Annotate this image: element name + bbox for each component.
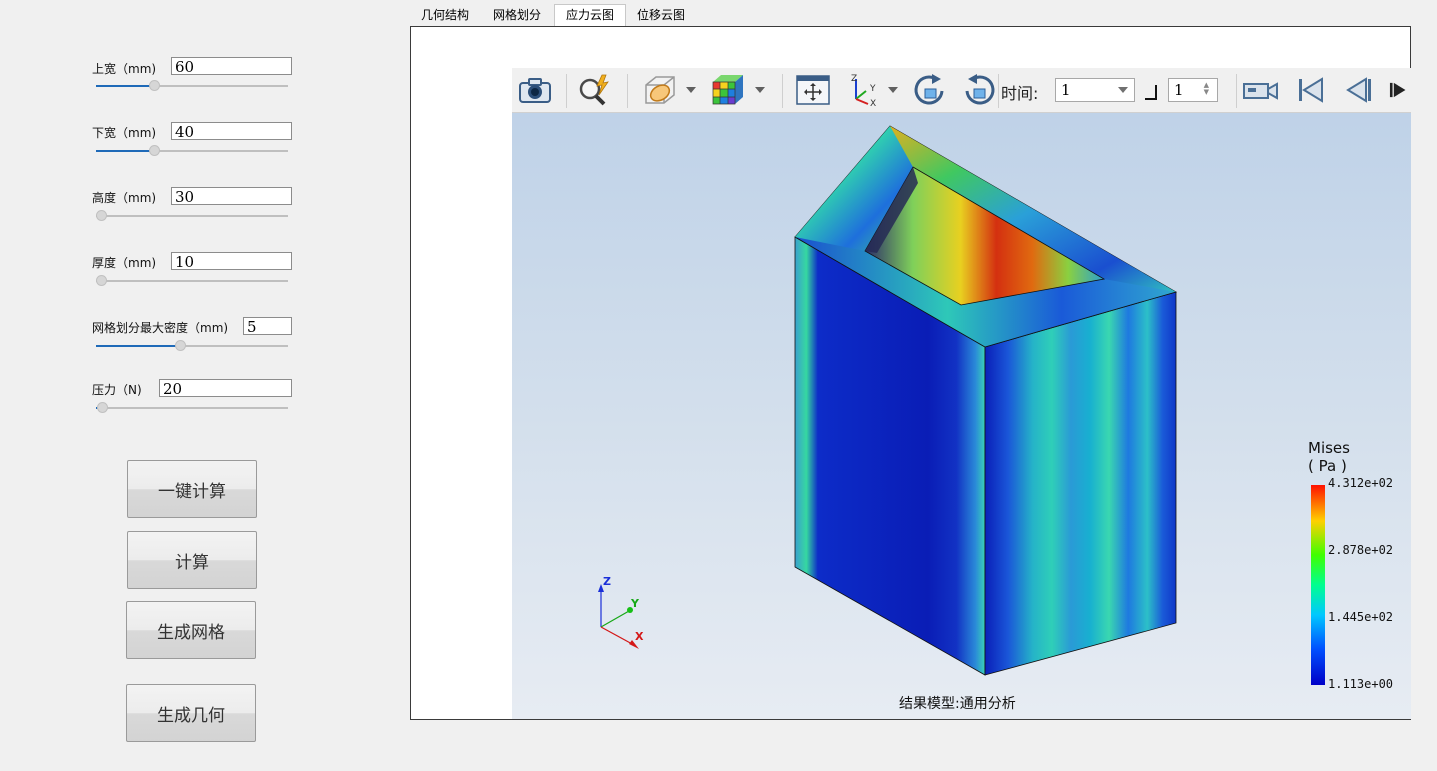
time-select[interactable]: 1: [1055, 78, 1135, 102]
rotate-ccw-icon[interactable]: [959, 72, 999, 108]
step-spinbox[interactable]: 1 ▲ ▼: [1168, 78, 1218, 102]
rotate-cw-icon[interactable]: [910, 72, 950, 108]
axes-icon[interactable]: Z Y X: [844, 72, 886, 108]
viewport-3d[interactable]: Z Y X Mises ( Pa ) 4.312e+02 2.878e+02 1…: [512, 113, 1411, 719]
legend-min-value: 1.113e+00: [1328, 677, 1394, 691]
svg-text:Z: Z: [851, 74, 857, 84]
mesh-cube-icon[interactable]: [708, 72, 748, 108]
svg-text:Y: Y: [869, 84, 876, 94]
pressure-label: 压力（N): [92, 383, 142, 397]
thickness-slider[interactable]: [96, 275, 288, 287]
height-slider[interactable]: [96, 210, 288, 222]
viewer-toolbar: Z Y X 时间: 1 1 ▲ ▼: [512, 68, 1411, 113]
mesh-density-slider[interactable]: [96, 340, 288, 352]
tab-geometry[interactable]: 几何结构: [410, 5, 480, 26]
legend-unit: ( Pa ): [1308, 457, 1347, 475]
magnify-icon[interactable]: [574, 72, 616, 108]
axis-y-label: Y: [631, 597, 639, 610]
first-frame-icon[interactable]: [1290, 72, 1330, 108]
pressure-slider[interactable]: [96, 402, 288, 414]
slider-handle[interactable]: [175, 340, 187, 351]
mesh-density-input[interactable]: 5: [243, 317, 292, 336]
generate-mesh-button[interactable]: 生成网格: [126, 601, 256, 659]
tab-displacement-contour[interactable]: 位移云图: [626, 5, 696, 26]
thickness-input[interactable]: 10: [171, 252, 292, 271]
axis-x-label: X: [635, 630, 644, 643]
slider-handle[interactable]: [148, 80, 160, 91]
step-value: 1: [1174, 81, 1184, 99]
lower-width-input[interactable]: 40: [171, 122, 292, 141]
step-icon: [1145, 85, 1157, 100]
time-select-value: 1: [1061, 81, 1071, 99]
slider-handle[interactable]: [148, 145, 160, 156]
legend-value-2: 2.878e+02: [1328, 543, 1394, 557]
model-front-face: [984, 291, 1177, 676]
slider-handle[interactable]: [96, 275, 107, 286]
upper-width-label: 上宽（mm): [92, 62, 157, 76]
mesh-density-label: 网格划分最大密度（mm): [92, 321, 229, 335]
thickness-label: 厚度（mm): [92, 256, 157, 270]
pressure-input[interactable]: 20: [159, 379, 292, 398]
svg-text:X: X: [870, 99, 876, 107]
legend-value-3: 1.445e+02: [1328, 610, 1394, 624]
slider-handle[interactable]: [96, 210, 107, 221]
legend-title: Mises: [1308, 439, 1350, 457]
upper-width-input[interactable]: 60: [171, 57, 292, 76]
parameter-panel: 上宽（mm) 60 下宽（mm) 40 高度（mm) 30 厚度（mm) 10 …: [0, 0, 400, 771]
result-viewer: Z Y X 时间: 1 1 ▲ ▼ Z Y X Mises (Pa) 4.3…: [512, 68, 1411, 719]
axis-triad: [598, 584, 639, 649]
height-label: 高度（mm): [92, 191, 157, 205]
slider-handle[interactable]: [96, 402, 108, 413]
chevron-down-icon: [1118, 87, 1128, 93]
generate-geometry-button[interactable]: 生成几何: [126, 684, 256, 742]
section-plane-icon[interactable]: [638, 72, 680, 108]
result-model-caption: 结果模型:通用分析: [899, 696, 1016, 712]
legend-max-value: 4.312e+02: [1328, 476, 1394, 490]
spin-arrows-icon[interactable]: ▲ ▼: [1204, 82, 1209, 96]
next-frame-icon[interactable]: [1388, 72, 1410, 108]
lower-width-slider[interactable]: [96, 145, 288, 157]
legend-color-bar: [1311, 485, 1325, 685]
video-icon[interactable]: [1241, 72, 1281, 108]
axis-z-label: Z: [603, 575, 611, 588]
tab-mesh[interactable]: 网格划分: [482, 5, 552, 26]
prev-frame-icon[interactable]: [1338, 72, 1378, 108]
calculate-button[interactable]: 计算: [127, 531, 257, 589]
height-input[interactable]: 30: [171, 187, 292, 206]
tab-stress-contour[interactable]: 应力云图: [554, 4, 626, 28]
upper-width-slider[interactable]: [96, 80, 288, 92]
one-click-calculate-button[interactable]: 一键计算: [127, 460, 257, 518]
time-label: 时间:: [1001, 84, 1039, 103]
stress-contour-model: [598, 125, 1325, 685]
lower-width-label: 下宽（mm): [92, 126, 157, 140]
camera-icon[interactable]: [515, 72, 555, 108]
fit-view-icon[interactable]: [792, 72, 834, 108]
